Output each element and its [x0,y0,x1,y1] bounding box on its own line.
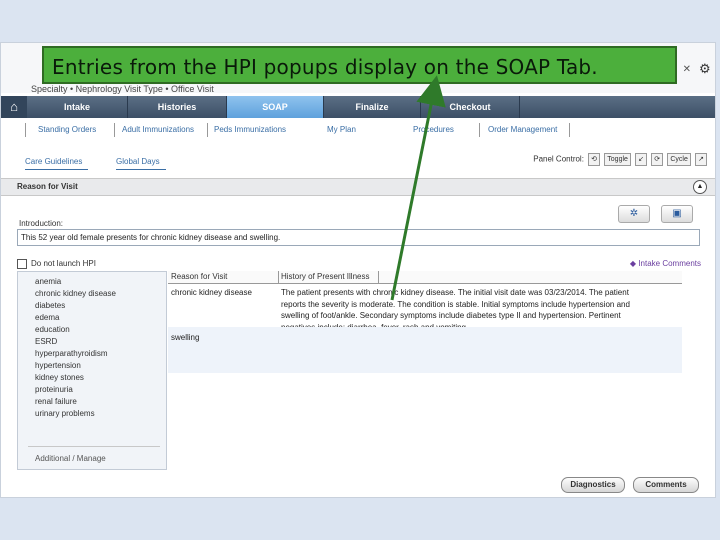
list-item[interactable]: anemia [35,277,61,286]
chevron-up-icon[interactable]: ▲ [693,180,707,194]
close-icon[interactable]: ✕ [683,64,691,75]
cycle-icon[interactable]: ⟳ [651,153,664,166]
subnav-procedures[interactable]: Procedures [413,125,454,134]
main-nav: ⌂ Intake Histories SOAP Finalize Checkou… [1,96,715,118]
toggle-button[interactable]: Toggle [604,153,631,166]
tab-intake[interactable]: Intake [27,96,127,118]
row-reason[interactable]: swelling [171,332,199,344]
hpi-line: The patient presents with chronic kidney… [281,288,629,297]
sub-nav: Standing Orders Adult Immunizations Peds… [1,120,715,140]
hpi-table: Reason for Visit History of Present Illn… [168,271,682,377]
tab-histories[interactable]: Histories [128,96,226,118]
hpi-line: swelling of foot/ankle. Secondary sympto… [281,311,621,320]
table-header: Reason for Visit History of Present Illn… [168,271,682,284]
links-row: Care Guidelines Global Days Panel Contro… [1,151,715,170]
list-item[interactable]: kidney stones [35,373,84,382]
introduction-field[interactable]: This 52 year old female presents for chr… [17,229,700,246]
settings-icon[interactable]: ✲ [618,205,650,223]
subnav-standing-orders[interactable]: Standing Orders [38,125,96,134]
care-guidelines-link[interactable]: Care Guidelines [25,157,82,166]
panel-control-label: Panel Control: [533,154,584,164]
list-item[interactable]: urinary problems [35,409,95,418]
diagnostics-button[interactable]: Diagnostics [561,477,625,493]
checkbox-icon[interactable] [17,259,27,269]
introduction-label: Introduction: [19,219,64,228]
list-item[interactable]: hyperparathyroidism [35,349,107,358]
tab-checkout[interactable]: Checkout [421,96,519,118]
comments-button[interactable]: Comments [633,477,699,493]
callout-text: Entries from the HPI popups display on t… [52,55,598,79]
expand-icon[interactable]: ↗ [695,153,707,166]
hpi-line: reports the severity is moderate. The co… [281,299,630,309]
subnav-my-plan[interactable]: My Plan [327,125,356,134]
list-item[interactable]: hypertension [35,361,81,370]
cycle-button[interactable]: Cycle [667,153,691,166]
tab-finalize[interactable]: Finalize [324,96,420,118]
list-item[interactable]: ESRD [35,337,57,346]
subnav-adult-immunizations[interactable]: Adult Immunizations [122,125,194,134]
tab-soap[interactable]: SOAP [227,96,323,118]
col-reason-header: Reason for Visit [171,272,228,281]
reason-list: anemia chronic kidney disease diabetes e… [17,271,167,470]
global-days-link[interactable]: Global Days [116,157,160,166]
list-item[interactable]: education [35,325,70,334]
save-icon[interactable]: ▣ [661,205,693,223]
toggle-icon[interactable]: ⟲ [588,153,601,166]
intake-comments-label: Intake Comments [638,259,701,268]
additional-manage-link[interactable]: Additional / Manage [35,454,106,463]
list-item[interactable]: diabetes [35,301,65,310]
do-not-launch-hpi[interactable]: Do not launch HPI [17,259,96,269]
annotation-callout: Entries from the HPI popups display on t… [42,46,677,84]
section-header: Reason for Visit ▲ [1,178,715,196]
intake-comments-link[interactable]: ◆ Intake Comments [630,259,701,268]
section-title: Reason for Visit [17,182,78,191]
list-item[interactable]: renal failure [35,397,77,406]
panel-control: Panel Control: ⟲ Toggle ↙ ⟳ Cycle ↗ [533,153,707,167]
list-item[interactable]: proteinuria [35,385,73,394]
col-hpi-header: History of Present Illness [281,272,370,281]
list-item[interactable]: edema [35,313,59,322]
specialty-line: Specialty • Nephrology Visit Type • Offi… [31,84,214,94]
subnav-order-management[interactable]: Order Management [488,125,557,134]
subnav-peds-immunizations[interactable]: Peds Immunizations [214,125,286,134]
ehr-window: Specialty • Nephrology Visit Type • Offi… [0,42,716,498]
list-item[interactable]: chronic kidney disease [35,289,116,298]
gear-icon[interactable]: ⚙ [699,62,711,75]
collapse-icon[interactable]: ↙ [635,153,648,166]
table-row[interactable]: swelling [168,327,682,373]
row-reason[interactable]: chronic kidney disease [171,287,252,299]
home-icon[interactable]: ⌂ [1,96,27,118]
do-not-launch-label: Do not launch HPI [31,259,96,269]
